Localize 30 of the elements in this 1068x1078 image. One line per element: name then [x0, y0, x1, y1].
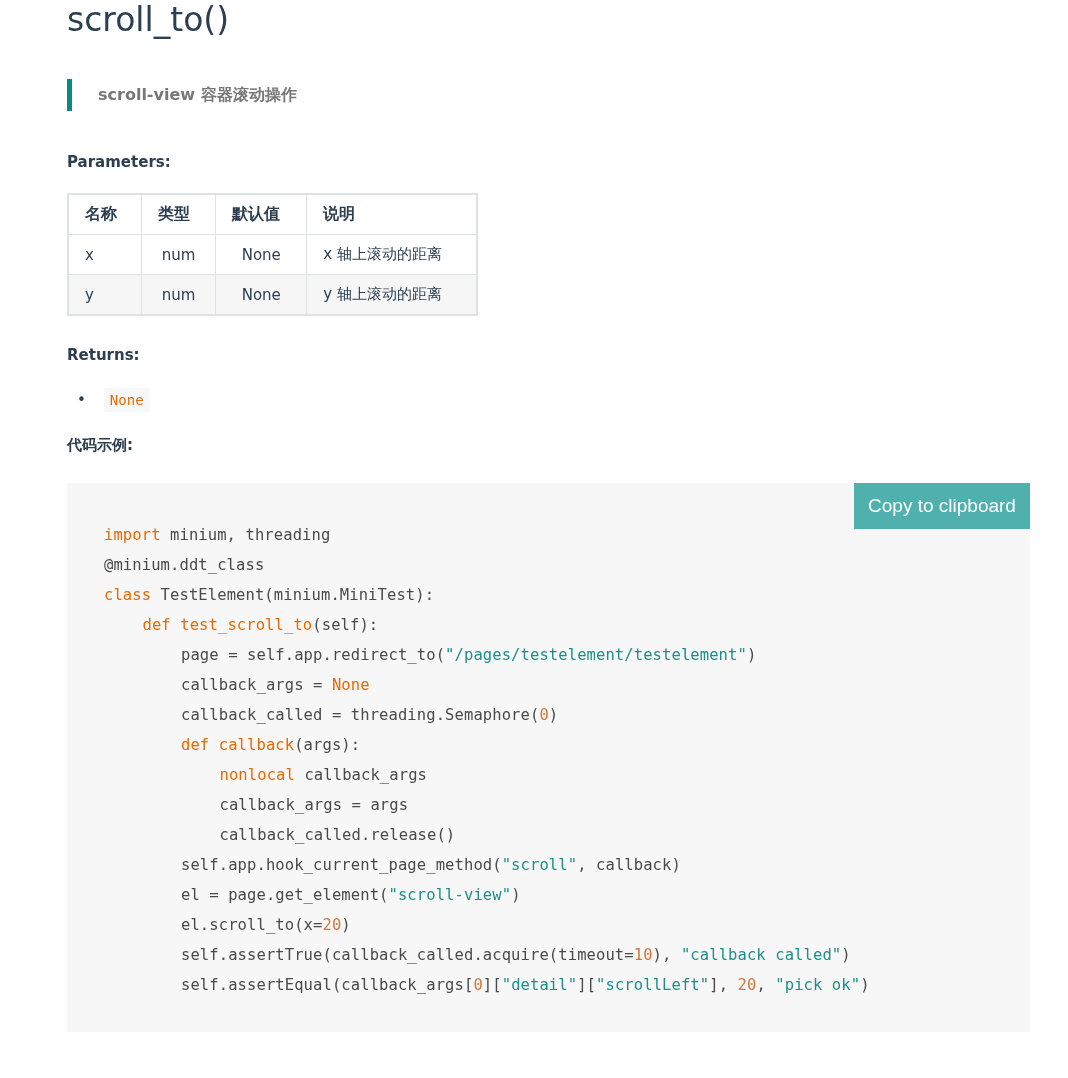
inline-code: None — [103, 388, 150, 412]
code-line: page = self.app.redirect_to("/pages/testelement/testelement") — [181, 645, 757, 666]
table-header-cell: 类型 — [141, 194, 216, 235]
section-heading: 代码示例: — [67, 436, 133, 455]
section-heading: Returns: — [67, 346, 140, 364]
code-line: self.assertTrue(callback_called.acquire(timeout=10), "callback called") — [181, 945, 851, 966]
code-line: nonlocal callback_args — [219, 765, 427, 786]
code-line: def callback(args): — [181, 735, 361, 756]
bullet-marker: • — [77, 391, 86, 409]
code-line: class TestElement(minium.MiniTest): — [104, 585, 435, 606]
code-line: def test_scroll_to(self): — [142, 615, 379, 636]
code-line: self.assertEqual(callback_args[0]["detail"]["scrollLeft"], 20, "pick ok") — [181, 975, 870, 996]
code-line: callback_called = threading.Semaphore(0) — [181, 705, 559, 726]
page-title: scroll_to() — [67, 0, 230, 40]
summary-text: scroll-view 容器滚动操作 — [98, 84, 297, 106]
table-cell: None — [215, 234, 307, 275]
section-heading: Parameters: — [67, 153, 171, 171]
code-line: @minium.ddt_class — [104, 555, 265, 576]
table-cell: x — [68, 234, 142, 275]
copy-button[interactable]: Copy to clipboard — [854, 483, 1030, 529]
table-cell: num — [141, 234, 216, 275]
code-line: el = page.get_element("scroll-view") — [181, 885, 521, 906]
code-line: el.scroll_to(x=20) — [181, 915, 351, 936]
code-line: callback_called.release() — [219, 825, 456, 846]
code-line: import minium, threading — [104, 525, 331, 546]
code-line: self.app.hook_current_page_method("scroll", callback) — [181, 855, 681, 876]
table-header-cell: 默认值 — [215, 194, 307, 235]
code-line: callback_args = args — [219, 795, 409, 816]
code-line: callback_args = None — [181, 675, 370, 696]
table-header-cell: 名称 — [68, 194, 142, 235]
